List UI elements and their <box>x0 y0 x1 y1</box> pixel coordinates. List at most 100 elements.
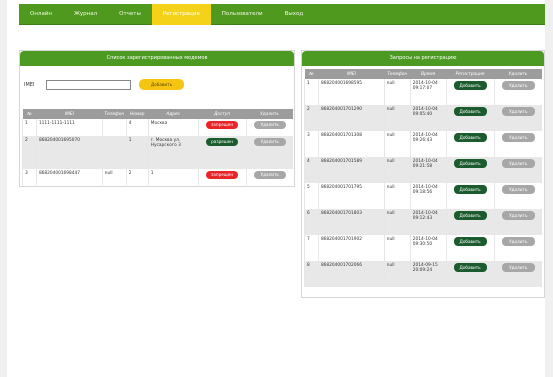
remove-button[interactable]: Удалить <box>501 159 535 168</box>
row-imei: 868204001701290 <box>317 105 385 131</box>
remove-button[interactable]: Удалить <box>501 133 535 142</box>
top-navigation: Онлайн Журнал Отчеты Регистрация Пользов… <box>19 4 545 25</box>
column-header: Телефон <box>102 109 127 119</box>
row-time: 2014-09-15 20:09:24 <box>409 261 447 287</box>
delete-button[interactable]: Удалить <box>253 138 286 146</box>
row-imei: 868204001701589 <box>317 157 385 183</box>
remove-button[interactable]: Удалить <box>501 107 535 116</box>
row-number: 3 <box>304 131 319 157</box>
row-number: 1 <box>304 79 319 105</box>
table-row: 3 868204001698447 null 2 1 запрещен Удал… <box>22 169 293 185</box>
row-phone: null <box>383 79 411 105</box>
access-cell: запрещен <box>197 169 247 185</box>
register-button[interactable]: Добавить <box>453 133 487 142</box>
row-phone <box>101 136 127 169</box>
access-forbidden-button[interactable]: запрещен <box>206 121 239 129</box>
row-number: 8 <box>304 261 319 287</box>
remove-button[interactable]: Удалить <box>501 211 535 220</box>
row-time: 2014-10-04 09:05:40 <box>409 105 447 131</box>
remove-cell: Удалить <box>493 235 542 261</box>
register-cell: Добавить <box>445 79 495 105</box>
register-cell: Добавить <box>445 209 495 235</box>
column-header: Телефон <box>384 69 411 79</box>
registered-modems-title: Список зарегистрированных модемов <box>20 51 294 66</box>
nav-registration[interactable]: Регистрация <box>151 4 211 25</box>
access-allowed-button[interactable]: разрешен <box>206 138 239 146</box>
imei-label: IMEI <box>24 81 35 88</box>
table-row: 3 868204001701308 null 2014-10-04 09:26:… <box>304 131 542 157</box>
register-button[interactable]: Добавить <box>453 237 487 246</box>
row-number: 3 <box>22 169 37 185</box>
column-header: Доступ <box>198 109 247 119</box>
row-phone: null <box>383 235 411 261</box>
row-imei: 868204001698595 <box>317 79 385 105</box>
nav-logout[interactable]: Выход <box>274 4 315 25</box>
register-cell: Добавить <box>445 261 495 287</box>
row-time: 2014-10-04 09:26:43 <box>409 131 447 157</box>
register-cell: Добавить <box>445 235 495 261</box>
row-imei: 868204001701902 <box>317 235 385 261</box>
column-header: Время <box>410 69 447 79</box>
registration-requests-panel: Запросы на регистрацию № IMEI Телефон Вр… <box>301 50 545 298</box>
column-header: IMEI <box>36 109 103 119</box>
register-button[interactable]: Добавить <box>453 211 487 220</box>
delete-cell: Удалить <box>245 169 293 185</box>
row-number: 6 <box>304 209 319 235</box>
nav-users[interactable]: Пользователи <box>211 4 274 25</box>
table-row: 4 868204001701589 null 2014-10-04 09:21:… <box>304 157 542 183</box>
register-cell: Добавить <box>445 157 495 183</box>
row-time: 2014-10-04 09:30:50 <box>409 235 447 261</box>
access-cell: разрешен <box>197 136 247 169</box>
row-phone <box>101 119 127 136</box>
column-header: Удалить <box>494 69 542 79</box>
delete-button[interactable]: Удалить <box>253 121 286 129</box>
row-number: 5 <box>304 183 319 209</box>
row-modem-number: 2 <box>125 169 149 185</box>
add-imei-button[interactable]: Добавить <box>139 79 184 90</box>
registered-modems-panel: Список зарегистрированных модемов IMEI Д… <box>19 50 295 187</box>
column-header: IMEI <box>318 69 385 79</box>
table-header-row: № IMEI Телефон Время Регистрация Удалить <box>304 69 542 79</box>
register-cell: Добавить <box>445 131 495 157</box>
row-phone: null <box>383 131 411 157</box>
register-cell: Добавить <box>445 105 495 131</box>
delete-button[interactable]: Удалить <box>253 171 286 179</box>
row-imei: 868204001698447 <box>35 169 103 185</box>
register-button[interactable]: Добавить <box>453 159 487 168</box>
remove-button[interactable]: Удалить <box>501 263 535 272</box>
register-button[interactable]: Добавить <box>453 185 487 194</box>
remove-cell: Удалить <box>493 157 542 183</box>
row-imei: 1111-1111-1111 <box>35 119 103 136</box>
register-button[interactable]: Добавить <box>453 263 487 272</box>
row-modem-number: 4 <box>125 119 149 136</box>
register-button[interactable]: Добавить <box>453 81 487 90</box>
nav-reports[interactable]: Отчеты <box>108 4 152 25</box>
access-forbidden-button[interactable]: запрещен <box>206 171 239 179</box>
table-row: 2 868204001695070 1 г. Москва ул. Нусарс… <box>22 136 293 169</box>
row-number: 7 <box>304 235 319 261</box>
row-number: 2 <box>304 105 319 131</box>
column-header: № <box>22 109 37 119</box>
remove-button[interactable]: Удалить <box>501 185 535 194</box>
column-header: Регистрация <box>446 69 495 79</box>
row-imei: 868204001701803 <box>317 209 385 235</box>
registration-requests-title: Запросы на регистрацию <box>302 51 544 66</box>
row-time: 2014-10-04 09:18:56 <box>409 183 447 209</box>
row-number: 4 <box>304 157 319 183</box>
row-time: 2014-10-04 09:17:07 <box>409 79 447 105</box>
row-phone: null <box>383 209 411 235</box>
remove-cell: Удалить <box>493 261 542 287</box>
row-number: 2 <box>22 136 37 169</box>
nav-journal[interactable]: Журнал <box>63 4 108 25</box>
register-button[interactable]: Добавить <box>453 107 487 116</box>
registration-requests-table: № IMEI Телефон Время Регистрация Удалить… <box>304 69 542 287</box>
row-phone: null <box>383 157 411 183</box>
table-row: 1 1111-1111-1111 4 Москва запрещен Удали… <box>22 119 293 136</box>
imei-input[interactable] <box>46 79 131 90</box>
nav-online[interactable]: Онлайн <box>19 4 63 25</box>
delete-cell: Удалить <box>245 136 293 169</box>
column-header: Удалить <box>246 109 293 119</box>
remove-button[interactable]: Удалить <box>501 237 535 246</box>
remove-button[interactable]: Удалить <box>501 81 535 90</box>
row-phone: null <box>383 261 411 287</box>
